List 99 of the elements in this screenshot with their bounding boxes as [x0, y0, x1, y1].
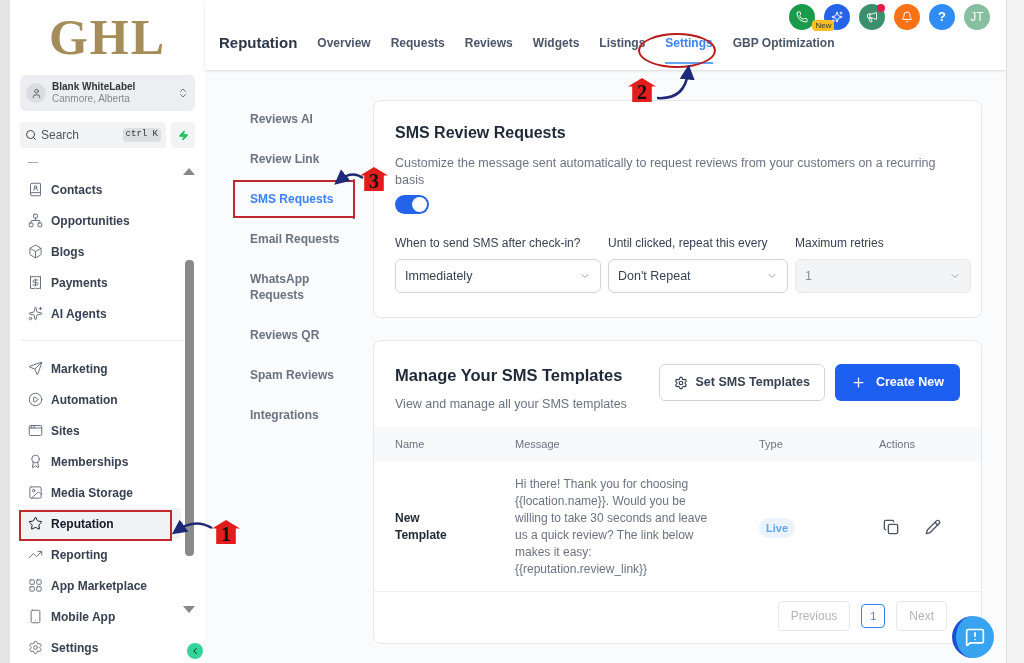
bell-icon — [901, 11, 913, 23]
chevron-updown-icon — [177, 87, 189, 100]
settings-menu-item[interactable]: WhatsApp Requests — [250, 259, 355, 315]
card-subtitle: View and manage all your SMS templates — [395, 395, 628, 413]
account-switcher[interactable]: Blank WhiteLabel Canmore, Alberta — [20, 75, 195, 111]
announcement-button[interactable] — [859, 4, 885, 30]
search-icon — [25, 129, 37, 141]
image-icon — [28, 485, 43, 500]
field-label: Maximum retries — [795, 235, 885, 252]
nav-item[interactable]: AI Agents — [22, 298, 181, 329]
settings-icon — [28, 640, 43, 655]
scroll-down-icon[interactable] — [183, 606, 195, 613]
step-marker: 1 — [212, 520, 240, 544]
receipt-icon — [28, 275, 43, 290]
template-message: Hi there! Thank you for choosing {{location.name}}. Would you be willing to take 30 seconds and leave us a quick review? The link below makes it easy: {{reputation.review_link}} — [515, 475, 709, 578]
phone-icon — [796, 11, 808, 23]
nav-item[interactable]: Automation — [22, 384, 181, 415]
settings-menu-item[interactable]: Reviews AI — [250, 99, 355, 139]
nav-tab[interactable]: Requests — [390, 28, 445, 64]
chat-alert-icon — [965, 627, 985, 647]
nav-item[interactable]: Blogs — [22, 236, 181, 267]
column-header: Actions — [879, 437, 917, 453]
toggle-switch[interactable] — [395, 195, 429, 214]
chat-button[interactable] — [952, 616, 994, 658]
nav-tab[interactable]: Listings — [599, 28, 646, 64]
nav-item[interactable]: Mobile App — [22, 601, 181, 632]
nav-tab[interactable]: Reviews — [464, 28, 513, 64]
column-header: Name — [395, 437, 426, 453]
nav-item[interactable]: Payments — [22, 267, 181, 298]
card-title: Manage Your SMS Templates — [395, 365, 624, 386]
settings-menu-item[interactable]: Integrations — [250, 395, 355, 435]
phone-device-icon — [28, 609, 43, 624]
shortcut-key: ctrl K — [122, 128, 161, 142]
edit-icon[interactable] — [925, 518, 941, 535]
nav-item[interactable]: App Marketplace — [22, 570, 181, 601]
search-field[interactable]: Search ctrl K — [20, 122, 166, 148]
star-icon — [28, 516, 43, 531]
column-header: Type — [759, 437, 784, 453]
nav-tab[interactable]: Overview — [317, 28, 371, 64]
select-field[interactable]: Immediately — [395, 259, 601, 293]
settings-menu-item[interactable]: SMS Requests — [250, 179, 355, 219]
page-title: Reputation — [219, 32, 298, 53]
page-button[interactable]: 1 — [861, 604, 886, 628]
new-badge: New — [812, 20, 835, 31]
nav-tab[interactable]: Settings — [665, 28, 713, 64]
type-badge: Live — [759, 517, 795, 538]
play-circle-icon — [28, 392, 43, 407]
account-name: Blank WhiteLabel — [52, 81, 137, 94]
cube-icon — [28, 244, 43, 259]
curved-arrow — [334, 169, 364, 185]
field-label: When to send SMS after check-in? — [395, 235, 582, 252]
nav-item[interactable]: Sites — [22, 415, 181, 446]
settings-menu-item[interactable]: Spam Reviews — [250, 355, 355, 395]
select-field[interactable]: Don't Repeat — [608, 259, 788, 293]
collapse-button[interactable] — [187, 643, 203, 659]
scrollbar-thumb[interactable] — [184, 260, 194, 556]
curved-arrow — [656, 64, 695, 100]
create-new-button[interactable]: Create New — [834, 364, 960, 401]
sparkles-icon — [28, 306, 43, 321]
plus-icon — [850, 375, 866, 390]
nav-item[interactable]: Reporting — [22, 539, 181, 570]
user-icon — [26, 83, 46, 104]
contact-book-icon — [28, 182, 43, 197]
nav-item[interactable]: Settings — [22, 632, 181, 663]
nav-item[interactable]: Memberships — [22, 446, 181, 477]
card-title: SMS Review Requests — [395, 123, 567, 143]
notifications-button[interactable] — [894, 4, 920, 30]
curved-arrow — [171, 519, 213, 535]
settings-menu-item[interactable]: Email Requests — [250, 219, 355, 259]
card-description: Customize the message sent automatically to request reviews from your customers on a recurring basis — [395, 155, 937, 189]
nav-item[interactable]: Reputation — [22, 508, 181, 539]
award-icon — [28, 454, 43, 469]
sparkles-icon — [831, 11, 843, 23]
template-name: New Template — [395, 509, 448, 544]
nav-tab[interactable]: Widgets — [532, 28, 580, 64]
grid-icon — [28, 578, 43, 593]
nav-item[interactable]: Opportunities — [22, 205, 181, 236]
nav-item[interactable]: Marketing — [22, 353, 181, 384]
paper-plane-icon — [28, 361, 43, 376]
browser-window-icon — [28, 423, 43, 438]
nav-item[interactable]: Contacts — [22, 174, 181, 205]
nav-item[interactable]: Media Storage — [22, 477, 181, 508]
logo: GHL — [47, 8, 168, 68]
set-templates-button[interactable]: Set SMS Templates — [658, 364, 825, 401]
account-location: Canmore, Alberta — [52, 93, 131, 106]
scroll-up-icon[interactable] — [183, 168, 195, 175]
settings-menu-item[interactable]: Reviews QR — [250, 315, 355, 355]
settings-icon — [673, 375, 688, 390]
settings-menu-item[interactable]: Review Link — [250, 139, 355, 179]
network-icon — [28, 213, 43, 228]
step-marker: 2 — [628, 78, 656, 102]
duplicate-icon[interactable] — [883, 518, 899, 535]
field-label: Until clicked, repeat this every — [608, 235, 769, 252]
phone-button[interactable] — [789, 4, 815, 30]
nav-tab[interactable]: GBP Optimization — [732, 28, 835, 64]
megaphone-icon — [866, 11, 878, 23]
column-header: Message — [515, 437, 561, 453]
lightning-icon — [177, 129, 189, 141]
chevron-left-icon — [190, 646, 200, 656]
